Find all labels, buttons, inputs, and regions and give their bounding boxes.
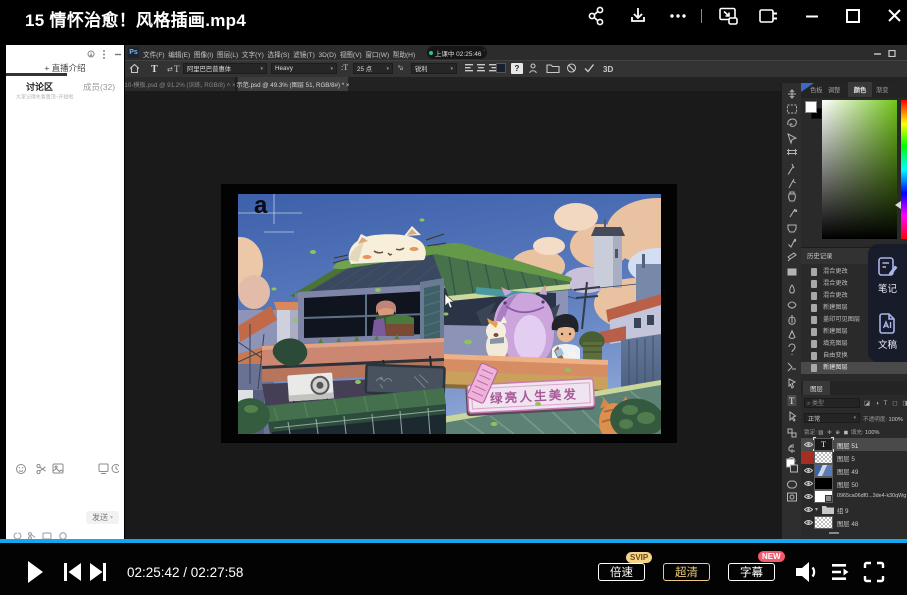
svg-text:a: a [254, 192, 268, 219]
svg-text:⇄: ⇄ [167, 67, 173, 74]
svg-text:T: T [789, 396, 795, 406]
svg-text:T: T [174, 64, 180, 74]
svg-text:T: T [151, 64, 158, 74]
svg-text:3D: 3D [603, 65, 613, 74]
